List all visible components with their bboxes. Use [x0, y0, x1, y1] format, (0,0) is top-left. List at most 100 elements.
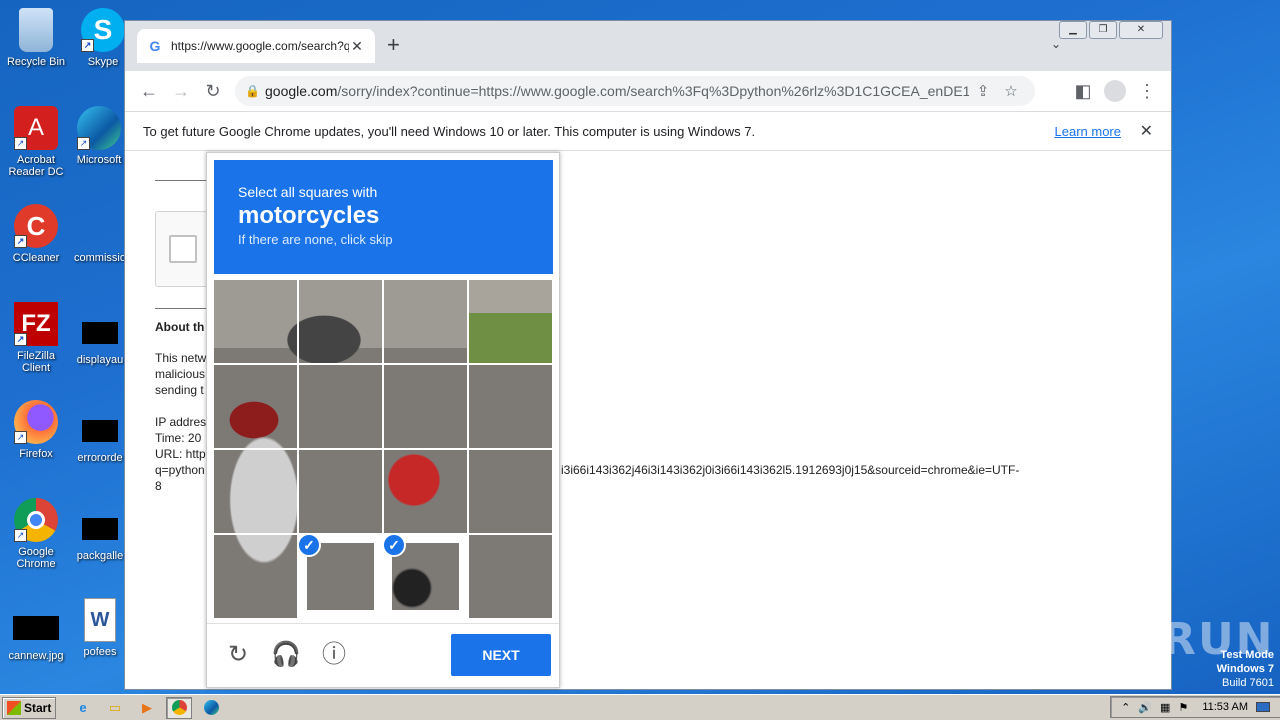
image-tile[interactable] [469, 365, 552, 448]
desktop-icon-label: commissio [74, 252, 126, 264]
desktop-icon-displayau[interactable]: displayau [72, 312, 128, 366]
profile-avatar-icon[interactable] [1099, 75, 1131, 107]
restore-button[interactable]: ❐ [1089, 21, 1117, 39]
desktop-icon-filezilla[interactable]: FZ ↗ FileZilla Client [4, 302, 68, 374]
network-icon[interactable]: ▦ [1160, 701, 1170, 714]
query-line-start: q=python [155, 463, 205, 477]
image-tile[interactable] [214, 535, 297, 618]
info-icon[interactable]: ⓘ [319, 640, 349, 670]
url-text: google.com/sorry/index?continue=https://… [265, 83, 969, 99]
back-arrow-icon[interactable]: ← [133, 75, 165, 107]
ccleaner-icon: C ↗ [14, 204, 58, 248]
close-tab-icon[interactable]: ✕ [349, 38, 365, 55]
image-tile[interactable]: ✓ [299, 535, 382, 618]
tab-title: https://www.google.com/search?q= [171, 39, 349, 53]
bookmark-star-icon[interactable]: ☆ [997, 82, 1025, 100]
address-bar[interactable]: 🔒 google.com/sorry/index?continue=https:… [235, 76, 1035, 106]
desktop-icon-edge[interactable]: ↗ Microsoft [74, 106, 124, 166]
action-center-flag-icon[interactable]: ⚑ [1178, 701, 1188, 714]
menu-kebab-icon[interactable]: ⋮ [1131, 75, 1163, 107]
desktop-icon-commissio[interactable]: commissio [72, 204, 128, 264]
ip-line: IP addres [155, 415, 207, 429]
filezilla-icon: FZ ↗ [14, 302, 58, 346]
close-infobar-icon[interactable]: ✕ [1140, 121, 1153, 141]
word-icon: W [84, 598, 116, 642]
image-tile[interactable]: ✓ [384, 535, 467, 618]
explorer-taskbar-icon[interactable]: ▭ [102, 697, 128, 719]
reload-icon[interactable]: ↻ [197, 75, 229, 107]
tile-image [214, 365, 297, 448]
desktop-icon-chrome[interactable]: ↗ Google Chrome [4, 498, 68, 570]
show-desktop-icon[interactable] [1256, 702, 1270, 712]
recaptcha-checkbox[interactable] [169, 235, 197, 263]
image-tile[interactable] [384, 450, 467, 533]
desktop-icon-cannew[interactable]: cannew.jpg [4, 606, 68, 662]
learn-more-link[interactable]: Learn more [1055, 124, 1121, 139]
forward-arrow-icon[interactable]: → [165, 75, 197, 107]
side-panel-icon[interactable]: ◧ [1067, 75, 1099, 107]
image-tile[interactable] [299, 280, 382, 363]
next-button[interactable]: NEXT [451, 634, 551, 676]
image-tile[interactable] [469, 450, 552, 533]
volume-icon[interactable]: 🔊 [1138, 701, 1152, 714]
desktop-icon-acrobat[interactable]: A ↗ Acrobat Reader DC [4, 106, 68, 178]
image-tile[interactable] [214, 450, 297, 533]
new-tab-button[interactable]: + [387, 34, 400, 56]
shortcut-arrow-icon: ↗ [14, 235, 27, 248]
desktop-icon-label: cannew.jpg [8, 650, 64, 662]
image-tile[interactable] [384, 365, 467, 448]
desktop-icon-packgalle[interactable]: packgalle [72, 508, 128, 562]
tile-image [469, 450, 552, 533]
close-window-button[interactable]: ✕ [1119, 21, 1163, 39]
image-tile[interactable] [214, 365, 297, 448]
chrome-icon: ↗ [14, 498, 58, 542]
desktop-icon-recycle-bin[interactable]: Recycle Bin [4, 8, 68, 68]
start-label: Start [24, 700, 52, 715]
media-player-taskbar-icon[interactable]: ▶ [134, 697, 160, 719]
tile-image [469, 365, 552, 448]
tile-image [384, 450, 467, 533]
challenge-hint: If there are none, click skip [238, 232, 393, 247]
clock[interactable]: 11:53 AM [1202, 701, 1248, 713]
minimize-button[interactable]: ▁ [1059, 21, 1087, 39]
url-host: google.com [265, 83, 338, 99]
desktop-icon-label: Firefox [19, 448, 53, 460]
edge-icon: ↗ [77, 106, 121, 150]
update-infobar: To get future Google Chrome updates, you… [125, 111, 1171, 151]
challenge-target: motorcycles [238, 202, 380, 229]
chrome-taskbar-icon[interactable] [166, 696, 192, 719]
image-tile[interactable] [299, 450, 382, 533]
url-path: /sorry/index?continue=https://www.google… [337, 83, 969, 99]
tile-image [214, 535, 297, 618]
image-tile[interactable] [469, 280, 552, 363]
start-button[interactable]: Start [2, 696, 56, 719]
tile-image [299, 365, 382, 448]
about-heading: About th [155, 320, 205, 334]
desktop-icon-pofees[interactable]: W pofees [74, 598, 126, 658]
audio-challenge-icon[interactable]: 🎧 [271, 640, 301, 670]
challenge-footer: ↻ 🎧 ⓘ NEXT [207, 623, 559, 687]
desktop-icon-label: Microsoft [76, 154, 122, 166]
desktop-icon-ccleaner[interactable]: C ↗ CCleaner [4, 204, 68, 264]
image-tile[interactable] [299, 365, 382, 448]
firefox-icon: ↗ [14, 400, 58, 444]
image-tile[interactable] [214, 280, 297, 363]
image-tile[interactable] [384, 280, 467, 363]
desktop-icon-firefox[interactable]: ↗ Firefox [4, 400, 68, 460]
desktop-icon-skype[interactable]: S ↗ Skype [78, 8, 128, 68]
file-icon [82, 322, 118, 344]
tab-search-chevron-icon[interactable]: ⌄ [1051, 37, 1061, 51]
desktop-icon-errororde[interactable]: errororde [72, 410, 128, 464]
windows-flag-icon [7, 700, 21, 715]
tab-strip: G https://www.google.com/search?q= ✕ + ⌄… [125, 21, 1171, 71]
image-tile[interactable] [469, 535, 552, 618]
edge-taskbar-icon[interactable] [198, 697, 224, 719]
reload-challenge-icon[interactable]: ↻ [223, 640, 253, 670]
ie-taskbar-icon[interactable]: e [70, 697, 96, 719]
browser-tab[interactable]: G https://www.google.com/search?q= ✕ [137, 29, 375, 63]
desktop-icon-label: Skype [87, 56, 119, 68]
file-icon [82, 420, 118, 442]
google-favicon-icon: G [149, 38, 161, 54]
share-icon[interactable]: ⇪ [969, 82, 997, 100]
show-hidden-icons-icon[interactable]: ⌃ [1121, 701, 1130, 714]
